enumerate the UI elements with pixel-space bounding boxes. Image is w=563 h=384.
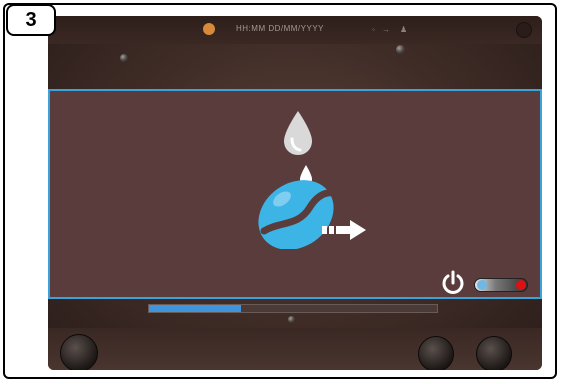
person-icon: ♟ [400, 25, 408, 34]
signal-arrow-icon: → [382, 25, 390, 34]
water-droplet-decoration [288, 316, 295, 323]
toggle-knob [477, 280, 487, 290]
descaling-progress-bar [148, 304, 438, 313]
descaling-dialog [48, 89, 542, 299]
signal-icon: ◦ [372, 25, 375, 34]
menu-icon[interactable] [516, 22, 532, 38]
bottom-control-bar [48, 328, 542, 370]
step-number-badge: 3 [6, 4, 56, 36]
machine-display: HH:MM DD/MM/YYYY ◦ → ♟ [48, 16, 542, 370]
status-bar: HH:MM DD/MM/YYYY ◦ → ♟ [48, 16, 542, 44]
left-dispenser-button[interactable] [418, 336, 454, 370]
power-icon[interactable] [440, 270, 466, 296]
orange-circle-icon [203, 23, 215, 35]
water-droplet-decoration [120, 54, 128, 62]
steam-knob[interactable] [60, 334, 98, 370]
power-toggle[interactable] [474, 278, 528, 292]
progress-fill [149, 305, 242, 312]
water-droplet-decoration [396, 45, 405, 54]
datetime-display: HH:MM DD/MM/YYYY [236, 24, 324, 33]
arrow-right-icon [322, 220, 366, 240]
toggle-indicator-light [516, 280, 526, 290]
right-dispenser-button[interactable] [476, 336, 512, 370]
